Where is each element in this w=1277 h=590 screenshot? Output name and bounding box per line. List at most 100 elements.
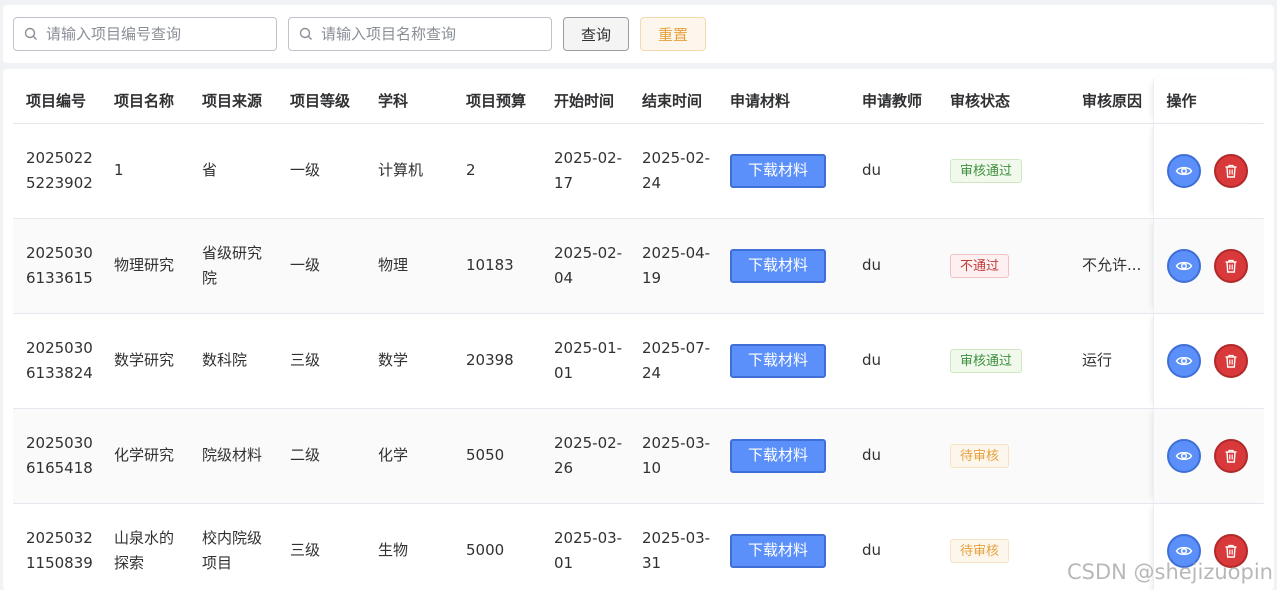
search-bar: 查询 重置 (3, 5, 1274, 63)
project-code-search-input[interactable] (46, 25, 266, 43)
cell-review-reason (1069, 408, 1153, 504)
download-materials-button[interactable]: 下载材料 (730, 248, 826, 283)
view-button[interactable] (1166, 153, 1201, 188)
cell-project-name: 山泉水的探索 (101, 503, 189, 590)
view-button[interactable] (1166, 438, 1201, 473)
cell-project-name: 化学研究 (101, 408, 189, 504)
cell-project-code: 20250306165418 (13, 408, 101, 504)
cell-end-time: 2025-02-24 (629, 123, 717, 219)
project-name-search-input[interactable] (321, 25, 541, 43)
cell-review-status: 待审核 (937, 408, 1069, 504)
header-actions: 操作 (1152, 79, 1264, 124)
cell-budget: 5050 (453, 408, 541, 504)
cell-review-status: 审核通过 (937, 313, 1069, 409)
cell-subject: 化学 (365, 408, 453, 504)
cell-project-code: 20250306133615 (13, 218, 101, 314)
cell-project-level: 二级 (277, 408, 365, 504)
cell-project-code: 20250321150839 (13, 503, 101, 590)
cell-teacher: du (849, 218, 937, 314)
download-materials-button[interactable]: 下载材料 (730, 438, 826, 473)
view-button[interactable] (1166, 343, 1201, 378)
cell-project-name: 物理研究 (101, 218, 189, 314)
download-materials-button[interactable]: 下载材料 (730, 153, 826, 188)
cell-project-source: 数科院 (189, 313, 277, 409)
cell-actions (1152, 408, 1264, 504)
reset-button[interactable]: 重置 (640, 17, 706, 51)
trash-icon (1225, 259, 1236, 273)
cell-budget: 10183 (453, 218, 541, 314)
header-review-reason: 审核原因 (1069, 79, 1153, 124)
trash-icon (1225, 354, 1236, 368)
cell-project-source: 省 (189, 123, 277, 219)
cell-end-time: 2025-04-19 (629, 218, 717, 314)
search-icon (24, 27, 37, 40)
cell-start-time: 2025-02-04 (541, 218, 629, 314)
header-review-status: 审核状态 (937, 79, 1069, 124)
cell-teacher: du (849, 503, 937, 590)
cell-start-time: 2025-01-01 (541, 313, 629, 409)
eye-icon (1175, 166, 1192, 175)
cell-review-status: 审核通过 (937, 123, 1069, 219)
header-materials: 申请材料 (717, 79, 849, 124)
cell-project-source: 省级研究院 (189, 218, 277, 314)
project-code-search-field[interactable] (13, 17, 277, 51)
table-row: 20250225223902 1 省 一级 计算机 2 2025-02-17 2… (13, 123, 1264, 219)
eye-icon (1175, 451, 1192, 460)
cell-subject: 计算机 (365, 123, 453, 219)
cell-budget: 2 (453, 123, 541, 219)
search-icon (299, 27, 312, 40)
header-teacher: 申请教师 (849, 79, 937, 124)
eye-icon (1175, 546, 1192, 555)
cell-start-time: 2025-02-17 (541, 123, 629, 219)
project-table-card: 项目编号 项目名称 项目来源 项目等级 学科 项目预算 开始时间 结束时间 申请… (3, 69, 1274, 590)
cell-teacher: du (849, 123, 937, 219)
delete-button[interactable] (1213, 153, 1248, 188)
eye-icon (1175, 356, 1192, 365)
query-button[interactable]: 查询 (563, 17, 629, 51)
cell-project-name: 1 (101, 123, 189, 219)
cell-review-reason: 不允许... (1069, 218, 1153, 314)
cell-project-source: 校内院级项目 (189, 503, 277, 590)
cell-start-time: 2025-03-01 (541, 503, 629, 590)
cell-review-reason (1069, 123, 1153, 219)
project-name-search-field[interactable] (288, 17, 552, 51)
cell-teacher: du (849, 313, 937, 409)
cell-budget: 5000 (453, 503, 541, 590)
download-materials-button[interactable]: 下载材料 (730, 343, 826, 378)
cell-project-level: 三级 (277, 313, 365, 409)
table-row: 20250306165418 化学研究 院级材料 二级 化学 5050 2025… (13, 408, 1264, 504)
table-header-row: 项目编号 项目名称 项目来源 项目等级 学科 项目预算 开始时间 结束时间 申请… (13, 79, 1264, 124)
header-project-name: 项目名称 (101, 79, 189, 124)
eye-icon (1175, 261, 1192, 270)
cell-project-level: 三级 (277, 503, 365, 590)
download-materials-button[interactable]: 下载材料 (730, 533, 826, 568)
cell-project-code: 20250306133824 (13, 313, 101, 409)
trash-icon (1225, 449, 1236, 463)
cell-project-level: 一级 (277, 123, 365, 219)
cell-project-name: 数学研究 (101, 313, 189, 409)
cell-materials: 下载材料 (717, 408, 849, 504)
cell-actions (1152, 313, 1264, 409)
cell-subject: 数学 (365, 313, 453, 409)
cell-budget: 20398 (453, 313, 541, 409)
delete-button[interactable] (1213, 248, 1248, 283)
header-end-time: 结束时间 (629, 79, 717, 124)
cell-project-level: 一级 (277, 218, 365, 314)
header-start-time: 开始时间 (541, 79, 629, 124)
delete-button[interactable] (1213, 438, 1248, 473)
header-project-source: 项目来源 (189, 79, 277, 124)
cell-materials: 下载材料 (717, 218, 849, 314)
table-row: 20250306133615 物理研究 省级研究院 一级 物理 10183 20… (13, 218, 1264, 314)
cell-review-reason: 运行 (1069, 313, 1153, 409)
header-budget: 项目预算 (453, 79, 541, 124)
cell-project-source: 院级材料 (189, 408, 277, 504)
view-button[interactable] (1166, 248, 1201, 283)
header-project-level: 项目等级 (277, 79, 365, 124)
watermark: CSDN @shejizuopin (1066, 560, 1273, 584)
status-badge: 审核通过 (950, 159, 1023, 184)
cell-materials: 下载材料 (717, 123, 849, 219)
delete-button[interactable] (1213, 343, 1248, 378)
cell-start-time: 2025-02-26 (541, 408, 629, 504)
cell-materials: 下载材料 (717, 503, 849, 590)
header-project-code: 项目编号 (13, 79, 101, 124)
